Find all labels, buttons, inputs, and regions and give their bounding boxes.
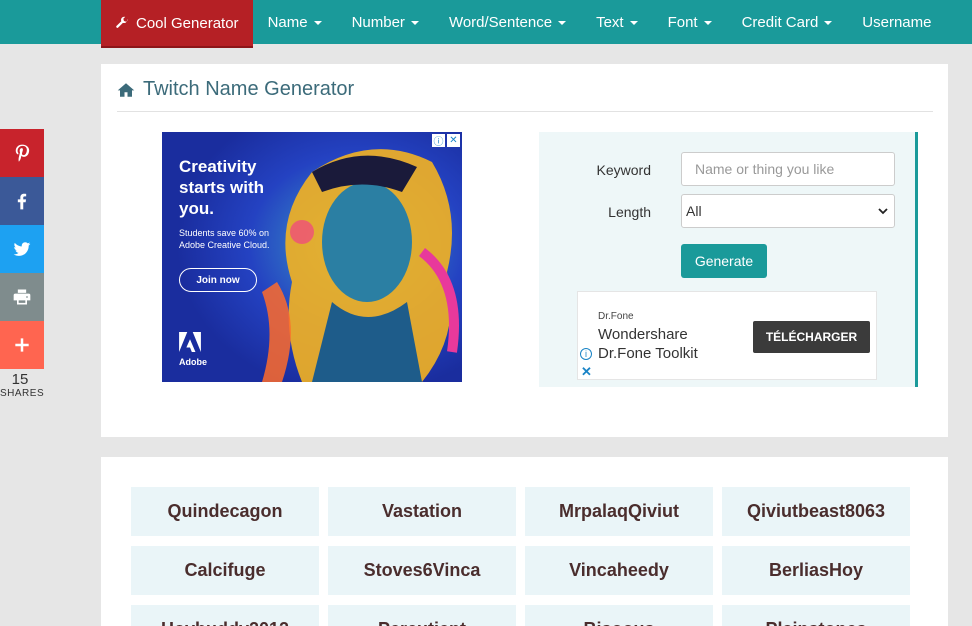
ad-download-button[interactable]: TÉLÉCHARGER (753, 321, 870, 353)
nav-item-number[interactable]: Number (337, 0, 434, 44)
share-count: 15 SHARES (0, 371, 45, 399)
share-sidebar: 15 SHARES (0, 129, 44, 399)
ad-join-button[interactable]: Join now (179, 268, 257, 292)
ad-small-brand: Dr.Fone (598, 311, 634, 322)
length-label: Length (608, 204, 651, 220)
nav-item-label: Credit Card (741, 13, 819, 31)
caret-down-icon (824, 21, 833, 25)
pinterest-icon (15, 144, 30, 162)
caret-down-icon (410, 21, 419, 25)
name-card[interactable]: Percutient (328, 605, 516, 626)
nav-item-name[interactable]: Name (253, 0, 337, 44)
name-card[interactable]: MrpalaqQiviut (525, 487, 713, 536)
adobe-logo-icon (179, 332, 201, 352)
nav-menu: Cool Generator Name Number Word/Sentence Tex… (101, 0, 947, 48)
nav-item-credit-card[interactable]: Credit Card (727, 0, 848, 44)
page-title-row: Twitch Name Generator (117, 78, 933, 112)
ad-copy: Creativity starts with you. Students sav… (179, 156, 289, 251)
name-card[interactable]: Qiviutbeast8063 (722, 487, 910, 536)
nav-item-cool-generator[interactable]: Cool Generator (101, 0, 253, 48)
nav-item-label: Username (862, 13, 932, 31)
home-icon (117, 83, 135, 97)
nav-item-word-sentence[interactable]: Word/Sentence (434, 0, 581, 44)
caret-down-icon (629, 21, 638, 25)
nav-item-font[interactable]: Font (653, 0, 727, 44)
length-select[interactable]: All (681, 194, 895, 228)
nav-item-label: Name (267, 13, 308, 31)
name-card[interactable]: Calcifuge (131, 546, 319, 595)
twitter-share-button[interactable] (0, 225, 44, 273)
name-card[interactable]: Stoves6Vinca (328, 546, 516, 595)
twitter-icon (13, 242, 31, 256)
print-icon (13, 289, 31, 305)
ad-info-icon[interactable]: i (580, 348, 592, 360)
plus-icon (15, 338, 29, 352)
name-card[interactable]: Plainstones (722, 605, 910, 626)
ad-choices[interactable]: ⓘ ✕ (432, 134, 460, 148)
nav-item-username[interactable]: Username (847, 0, 946, 44)
print-share-button[interactable] (0, 273, 44, 321)
adobe-ad-banner[interactable]: Creativity starts with you. Students sav… (162, 132, 462, 382)
generator-form: Keyword Name or thing you like Length Al… (539, 132, 918, 387)
page-title: Twitch Name Generator (143, 78, 355, 100)
ad-small-product: Wondershare Dr.Fone Toolkit (598, 325, 698, 363)
length-select-value: All (686, 203, 702, 219)
ad-headline: Creativity starts with you. (179, 157, 265, 218)
facebook-icon (17, 193, 27, 210)
ad-close-icon[interactable]: ✕ (581, 364, 592, 380)
name-card[interactable]: Bisoous (525, 605, 713, 626)
keyword-row: Keyword (539, 153, 651, 187)
keyword-input[interactable]: Name or thing you like (681, 152, 895, 186)
nav-item-text[interactable]: Text (581, 0, 653, 44)
caret-down-icon (703, 21, 712, 25)
more-share-button[interactable] (0, 321, 44, 369)
pinterest-share-button[interactable] (0, 129, 44, 177)
name-card[interactable]: BerliasHoy (722, 546, 910, 595)
adobe-logo: Adobe (179, 332, 207, 367)
name-card[interactable]: Vincaheedy (525, 546, 713, 595)
top-navbar: Cool Generator Name Number Word/Sentence Tex… (0, 0, 972, 48)
ad-info-icon[interactable]: ⓘ (432, 134, 445, 148)
length-row: Length (539, 195, 651, 229)
name-card[interactable]: Vastation (328, 487, 516, 536)
nav-item-label: Word/Sentence (448, 13, 553, 31)
adobe-brand-text: Adobe (179, 357, 207, 367)
caret-down-icon (313, 21, 322, 25)
keyword-label: Keyword (596, 162, 651, 178)
ad-small-product-line1: Wondershare (598, 326, 688, 343)
facebook-share-button[interactable] (0, 177, 44, 225)
caret-down-icon (558, 21, 567, 25)
share-count-label: SHARES (0, 388, 45, 399)
names-grid: Quindecagon Vastation MrpalaqQiviut Qiviutb… (131, 487, 911, 626)
ad-close-icon[interactable]: ✕ (447, 134, 460, 147)
name-card[interactable]: Hoybuddy2012 (131, 605, 319, 626)
nav-item-label: Text (596, 13, 624, 31)
nav-item-label: Font (667, 13, 698, 31)
nav-item-label: Cool Generator (136, 14, 239, 32)
ad-subtext: Students save 60% on Adobe Creative Clou… (179, 228, 270, 250)
name-card[interactable]: Quindecagon (131, 487, 319, 536)
results-panel: Quindecagon Vastation MrpalaqQiviut Qiviutb… (101, 457, 948, 626)
nav-item-label: Number (351, 13, 405, 31)
generate-button[interactable]: Generate (681, 244, 767, 278)
share-count-number: 15 (11, 371, 29, 388)
drfone-ad[interactable]: Dr.Fone Wondershare Dr.Fone Toolkit TÉLÉ… (577, 291, 877, 380)
generator-panel: Twitch Name Generator Creativity starts … (101, 64, 948, 437)
ad-small-product-line2: Dr.Fone Toolkit (598, 345, 698, 362)
chevron-down-icon (878, 208, 888, 215)
wrench-icon (116, 16, 129, 28)
